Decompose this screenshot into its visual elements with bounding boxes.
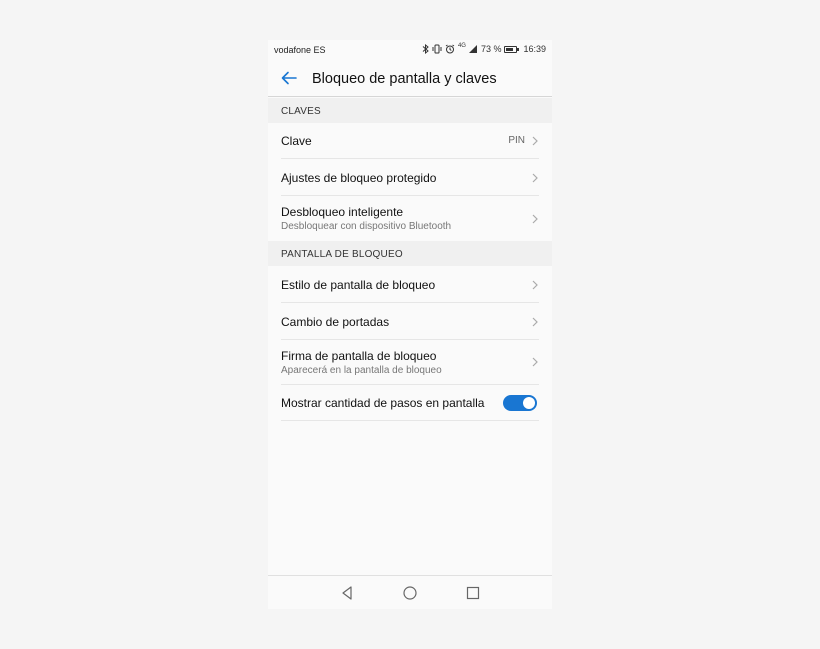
section-title: CLAVES [281, 106, 321, 117]
item-subtitle: Aparecerá en la pantalla de bloqueo [281, 365, 442, 376]
app-bar: Bloqueo de pantalla y claves [268, 60, 552, 97]
navigation-bar [268, 575, 552, 609]
status-icons: 4G 73 % 16:39 [422, 43, 546, 54]
item-label: Cambio de portadas [281, 315, 390, 329]
item-label: Desbloqueo inteligente [281, 205, 404, 219]
settings-item-clave[interactable]: Clave PIN [268, 123, 552, 159]
item-subtitle: Desbloquear con dispositivo Bluetooth [281, 221, 452, 232]
item-label: Ajustes de bloqueo protegido [281, 171, 437, 185]
signal-icon [468, 45, 477, 53]
battery-percent: 73 % [480, 44, 502, 54]
bluetooth-icon [422, 44, 429, 54]
alarm-icon [445, 44, 455, 54]
chevron-right-icon [532, 317, 538, 327]
settings-item-firma-pantalla-bloqueo[interactable]: Firma de pantalla de bloqueo Aparecerá e… [268, 340, 552, 385]
chevron-right-icon [532, 280, 538, 290]
status-bar: vodafone ES 4G 73 % 16:39 [268, 40, 552, 60]
section-title: PANTALLA DE BLOQUEO [281, 249, 403, 260]
item-label: Clave [281, 134, 312, 148]
item-label: Mostrar cantidad de pasos en pantalla [281, 396, 485, 410]
section-header-pantalla-de-bloqueo: PANTALLA DE BLOQUEO [268, 241, 552, 266]
toggle-knob [523, 397, 535, 409]
item-label: Estilo de pantalla de bloqueo [281, 278, 436, 292]
chevron-right-icon [532, 357, 538, 367]
settings-item-desbloqueo-inteligente[interactable]: Desbloqueo inteligente Desbloquear con d… [268, 196, 552, 241]
page-title: Bloqueo de pantalla y claves [312, 71, 497, 87]
phone-screen: vodafone ES 4G 73 % 16:39 Bloqueo de pan… [268, 40, 552, 609]
steps-toggle-switch[interactable] [503, 395, 537, 411]
home-circle-icon[interactable] [402, 585, 418, 601]
settings-item-cambio-portadas[interactable]: Cambio de portadas [268, 303, 552, 340]
chevron-right-icon [532, 173, 538, 183]
vibrate-icon [432, 44, 442, 54]
section-header-claves: CLAVES [268, 98, 552, 123]
item-value: PIN [508, 135, 525, 146]
divider [281, 420, 539, 421]
back-triangle-icon[interactable] [339, 585, 355, 601]
clock: 16:39 [523, 44, 546, 54]
carrier-name: vodafone ES [274, 45, 326, 55]
settings-item-mostrar-pasos: Mostrar cantidad de pasos en pantalla [268, 385, 552, 421]
chevron-right-icon [532, 214, 538, 224]
chevron-right-icon [532, 136, 538, 146]
network-type-label: 4G [457, 43, 466, 49]
settings-item-estilo-pantalla-bloqueo[interactable]: Estilo de pantalla de bloqueo [268, 266, 552, 303]
item-label: Firma de pantalla de bloqueo [281, 349, 437, 363]
back-arrow-icon[interactable] [280, 69, 298, 87]
settings-item-ajustes-bloqueo-protegido[interactable]: Ajustes de bloqueo protegido [268, 159, 552, 196]
battery-icon [504, 45, 520, 53]
recents-square-icon[interactable] [465, 585, 481, 601]
